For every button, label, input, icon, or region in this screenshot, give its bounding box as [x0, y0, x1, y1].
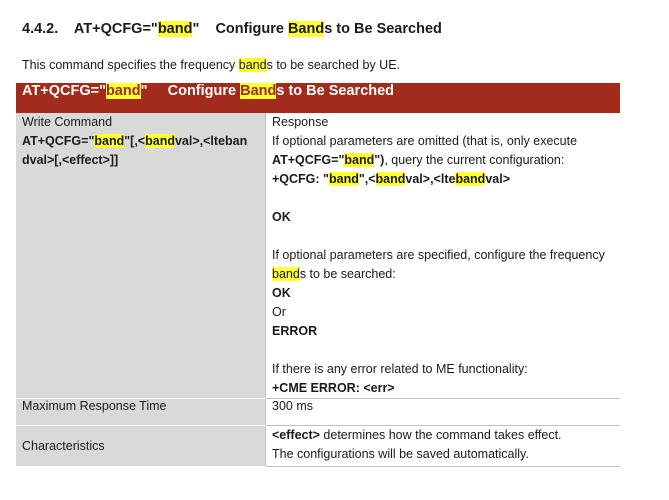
search-highlight: band	[157, 21, 193, 37]
search-highlight: band	[105, 83, 141, 99]
response-label: Response	[272, 115, 329, 129]
characteristics-value: <effect> determines how the command take…	[265, 425, 620, 467]
search-highlight: band	[94, 134, 125, 148]
write-command-syntax: AT+QCFG="band"[,<bandval>,<lteban	[22, 134, 248, 148]
ok-result: OK	[272, 210, 291, 224]
search-highlight: band	[344, 153, 375, 167]
search-highlight: band	[328, 172, 359, 186]
ok-result: OK	[272, 286, 291, 300]
write-command-label: Write Command	[22, 115, 113, 129]
search-highlight: band	[145, 134, 175, 148]
table-header-row: AT+QCFG="band" Configure Bands to Be Sea…	[16, 83, 620, 113]
intro-paragraph: This command specifies the frequency ban…	[22, 58, 400, 72]
search-highlight: Band	[240, 83, 277, 99]
max-response-time-label: Maximum Response Time	[16, 398, 266, 426]
write-command-cell: Write Command AT+QCFG="band"[,<bandval>,…	[16, 113, 266, 399]
section-number: 4.4.2.	[22, 21, 59, 37]
max-response-time-value: 300 ms	[265, 398, 620, 426]
command-table: AT+QCFG="band" Configure Bands to Be Sea…	[16, 83, 620, 467]
search-highlight: band	[238, 58, 267, 72]
characteristics-label: Characteristics	[16, 425, 266, 467]
section-heading: 4.4.2. AT+QCFG="band" Configure Bands to…	[22, 21, 442, 37]
search-highlight: band	[272, 267, 300, 281]
error-result: ERROR	[272, 324, 318, 338]
write-command-syntax-cont: dval>[,<effect>]]	[22, 153, 119, 167]
search-highlight: Band	[287, 21, 325, 37]
table-row-max-response-time: Maximum Response Time 300 ms	[16, 398, 620, 426]
table-row-write-command: Write Command AT+QCFG="band"[,<bandval>,…	[16, 113, 620, 399]
table-row-characteristics: Characteristics <effect> determines how …	[16, 425, 620, 467]
table-title: AT+QCFG="band" Configure Bands to Be Sea…	[16, 83, 620, 113]
cme-error-result: +CME ERROR: <err>	[272, 381, 395, 395]
search-highlight: band	[375, 172, 406, 186]
search-highlight: band	[455, 172, 486, 186]
response-cell: Response If optional parameters are omit…	[265, 113, 620, 399]
